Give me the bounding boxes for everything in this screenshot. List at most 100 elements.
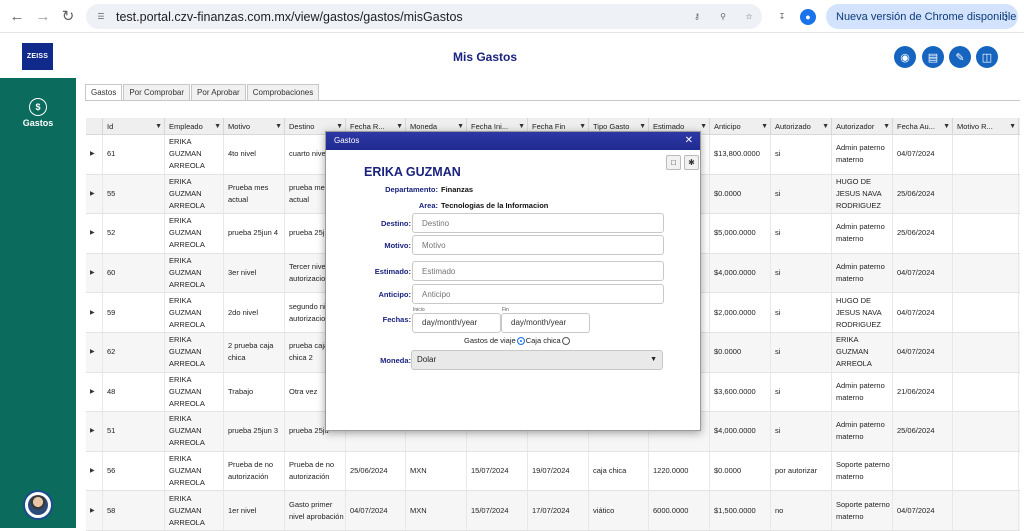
back-arrow-icon[interactable]: ← xyxy=(8,7,26,25)
reload-icon[interactable]: ↻ xyxy=(59,7,77,25)
chevron-down-icon: ▼ xyxy=(650,356,657,363)
filter-icon[interactable]: ▼ xyxy=(700,118,707,134)
expand-row-icon[interactable]: ▶ xyxy=(86,293,103,332)
anticipo-input[interactable] xyxy=(412,284,664,304)
filter-icon[interactable]: ▼ xyxy=(822,118,829,134)
column-header[interactable]: Motivo ▼ xyxy=(224,118,285,134)
expand-row-icon[interactable]: ▶ xyxy=(86,174,103,214)
cell-text: ERIKA GUZMAN ARREOLA xyxy=(836,335,872,369)
tab-gastos[interactable]: Gastos xyxy=(85,84,123,101)
radio-caja[interactable] xyxy=(561,336,570,345)
expand-row-icon[interactable]: ▶ xyxy=(86,214,103,253)
motivo-input[interactable] xyxy=(412,235,664,255)
expand-row-icon[interactable]: ▶ xyxy=(86,451,103,491)
column-header[interactable]: Fecha Au... ▼ xyxy=(893,118,953,134)
table-cell: Admin paterno materno xyxy=(832,372,893,412)
filter-icon[interactable]: ▼ xyxy=(214,118,221,134)
cell-text: MXN xyxy=(410,466,427,476)
expand-row-icon[interactable]: ▶ xyxy=(86,372,103,412)
cell-text: $3,600.0000 xyxy=(714,386,756,396)
table-cell: 04/07/2024 xyxy=(893,135,953,174)
cell-text: 04/07/2024 xyxy=(897,307,935,317)
expand-row-icon[interactable]: ▶ xyxy=(86,332,103,372)
motivo-label: Motivo: xyxy=(384,241,411,250)
chrome-update-button[interactable]: Nueva versión de Chrome disponible ⋮ xyxy=(826,4,1018,29)
forward-arrow-icon[interactable]: → xyxy=(34,7,52,25)
column-header-label: Autorizado xyxy=(775,122,811,131)
tab-comprobaciones[interactable]: Comprobaciones xyxy=(246,84,320,100)
more-menu-icon[interactable]: ⋮ xyxy=(1000,9,1012,23)
cell-text: si xyxy=(775,426,781,436)
table-row[interactable]: ▶ 58 ERIKA GUZMAN ARREOLA 1er nivel Gasto pr… xyxy=(86,491,1020,531)
filter-icon[interactable]: ▼ xyxy=(1009,118,1016,134)
filter-icon[interactable]: ▼ xyxy=(883,118,890,134)
view-eye-button[interactable]: ◉ xyxy=(894,46,916,68)
fecha-inicio-input[interactable]: day/month/year xyxy=(412,313,501,333)
cell-text: ERIKA GUZMAN ARREOLA xyxy=(169,176,205,210)
delete-button[interactable]: ◫ xyxy=(976,46,998,68)
expand-row-icon[interactable]: ▶ xyxy=(86,135,103,174)
filter-icon[interactable]: ▼ xyxy=(943,118,950,134)
cell-text: ERIKA GUZMAN ARREOLA xyxy=(169,216,205,250)
tab-por-aprobar[interactable]: Por Aprobar xyxy=(191,84,246,100)
column-header[interactable]: Motivo R... ▼ xyxy=(953,118,1019,134)
cell-text: ▶ xyxy=(90,151,95,158)
cell-text: 52 xyxy=(107,228,116,238)
table-cell xyxy=(953,451,1019,491)
cell-text: $0.0000 xyxy=(714,188,742,198)
filter-icon[interactable]: ▼ xyxy=(275,118,282,134)
address-bar[interactable]: ☰ test.portal.czv-finanzas.com.mx/view/g… xyxy=(86,4,762,29)
key-icon[interactable]: ⚷ xyxy=(684,12,710,21)
moneda-select[interactable]: Dolar ▼ xyxy=(411,350,663,370)
fecha-fin-input[interactable]: day/month/year xyxy=(501,313,590,333)
estimado-label: Estimado: xyxy=(374,267,411,276)
profile-icon[interactable]: ● xyxy=(800,9,816,25)
expand-row-icon[interactable]: ▶ xyxy=(86,491,103,530)
column-header[interactable]: Empleado ▼ xyxy=(165,118,224,134)
column-header-label: Anticipo xyxy=(714,122,741,131)
cell-text: ERIKA GUZMAN ARREOLA xyxy=(169,256,205,290)
sidebar-item-gastos[interactable]: $ Gastos xyxy=(0,92,76,136)
table-cell: si xyxy=(771,412,832,451)
cell-text: 19/07/2024 xyxy=(532,466,570,476)
tab-por-comprobar[interactable]: Por Comprobar xyxy=(123,84,191,100)
cell-text: $0.0000 xyxy=(714,347,742,357)
cell-text: si xyxy=(775,386,781,396)
edit-button[interactable]: ✎ xyxy=(949,46,971,68)
table-cell: 61 xyxy=(103,135,165,174)
estimado-input[interactable] xyxy=(412,261,664,281)
column-header[interactable]: Id ▼ xyxy=(103,118,165,134)
column-header[interactable]: Autorizador ▼ xyxy=(832,118,893,134)
radio-caja-label: Caja chica xyxy=(525,336,561,345)
table-cell: Prueba de no autorización xyxy=(224,451,285,491)
radio-viaje[interactable] xyxy=(516,336,525,345)
table-row[interactable]: ▶ 56 ERIKA GUZMAN ARREOLA Prueba de no auto… xyxy=(86,451,1020,492)
zoom-icon[interactable]: ⚲ xyxy=(710,12,736,21)
avatar[interactable] xyxy=(23,490,53,520)
close-icon[interactable]: ✕ xyxy=(685,132,693,150)
column-header[interactable]: Autorizado ▼ xyxy=(771,118,832,134)
table-cell: $1,500.0000 xyxy=(710,491,771,530)
clear-button[interactable]: ✱ xyxy=(684,155,699,170)
column-header[interactable] xyxy=(86,118,103,134)
money-icon: $ xyxy=(29,98,47,116)
table-cell xyxy=(953,214,1019,253)
column-header[interactable]: Anticipo ▼ xyxy=(710,118,771,134)
filter-icon[interactable]: ▼ xyxy=(761,118,768,134)
dialog-titlebar[interactable]: Gastos ✕ xyxy=(326,132,700,150)
download-icon[interactable]: ↧ xyxy=(773,7,791,25)
site-info-icon[interactable]: ☰ xyxy=(86,12,116,21)
table-cell: Soporte paterno materno xyxy=(832,451,893,491)
destino-input[interactable] xyxy=(412,213,664,233)
document-search-button[interactable]: ▤ xyxy=(922,46,944,68)
table-cell: si xyxy=(771,372,832,412)
star-icon[interactable]: ☆ xyxy=(736,12,762,21)
save-button[interactable]: □ xyxy=(666,155,681,170)
expand-row-icon[interactable]: ▶ xyxy=(86,253,103,293)
filter-icon[interactable]: ▼ xyxy=(155,118,162,134)
cell-text: 2 prueba caja chica xyxy=(228,341,274,363)
url-text[interactable]: test.portal.czv-finanzas.com.mx/view/gas… xyxy=(116,10,684,24)
column-header-label: Fecha Ini... xyxy=(471,122,509,131)
cell-text: 56 xyxy=(107,466,116,476)
expand-row-icon[interactable]: ▶ xyxy=(86,412,103,451)
